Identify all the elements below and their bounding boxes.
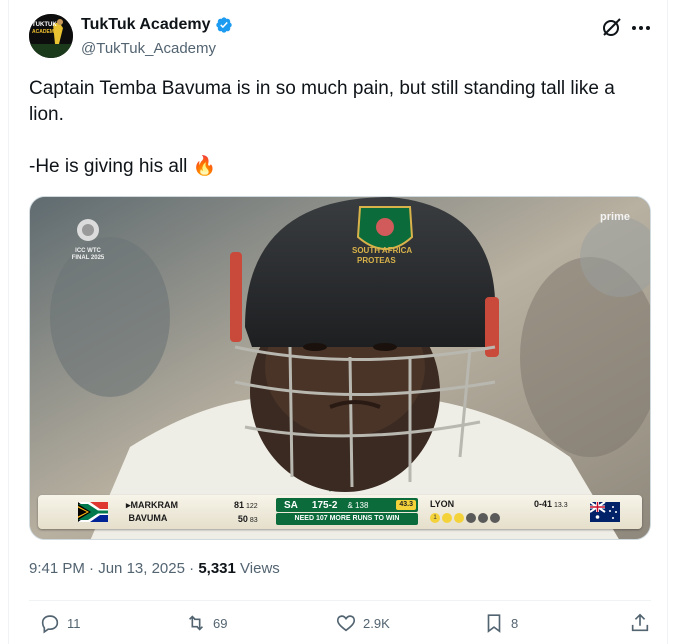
overs: 43.3 [396, 500, 416, 510]
svg-text:TUKTUK: TUKTUK [32, 22, 57, 28]
author-handle[interactable]: @TukTuk_Academy [81, 40, 216, 57]
team-score: SA 175-2 & 138 43.3 [276, 498, 418, 512]
svg-text:ACADEMY: ACADEMY [32, 29, 58, 35]
avatar[interactable]: TUKTUK ACADEMY [29, 14, 73, 58]
batter2-balls: 83 [249, 517, 258, 524]
south-africa-flag-icon [78, 502, 108, 522]
share-button[interactable] [629, 612, 651, 634]
batters: ▸MARKRAM BAVUMA [126, 500, 179, 523]
batter-scores: 81 122 50 83 [234, 499, 258, 527]
over-balls: 1 [430, 513, 500, 523]
team-name: SA [284, 499, 298, 511]
tweet-date[interactable]: Jun 13, 2025 [98, 560, 185, 577]
tweet-text-line-2-text: -He is giving his all [29, 156, 188, 177]
batter2-runs: 50 [237, 514, 248, 524]
broadcast-logo-text: ICC WTC FINAL 2025 [71, 248, 105, 261]
ball-mark [442, 513, 452, 523]
tweet-meta: 9:41 PM · Jun 13, 2025 · 5,331 Views [29, 560, 280, 577]
bowler-name: LYON [430, 499, 455, 509]
tweet-time[interactable]: 9:41 PM [29, 560, 85, 577]
tweet-card: TUKTUK ACADEMY TukTuk Academy @TukTuk_Ac… [8, 0, 668, 644]
scoreboard: ▸MARKRAM BAVUMA 81 122 50 83 SA 175-2 & 13… [38, 495, 642, 529]
helmet-badge-subtext: PROTEAS [357, 256, 396, 265]
prime-logo: prime [600, 211, 630, 223]
bowler-overs: 13.3 [554, 502, 568, 509]
verified-badge-icon [215, 17, 232, 33]
broadcast-logo: ICC WTC FINAL 2025 [66, 215, 110, 262]
repost-button[interactable]: 69 [185, 612, 227, 634]
need-runs-text: NEED 107 MORE RUNS TO WIN [276, 513, 418, 525]
team-runs: 175-2 [311, 499, 338, 511]
video-frame: SOUTH AFRICA PROTEAS [30, 197, 650, 539]
tweet-text: Captain Temba Bavuma is in so much pain,… [29, 76, 639, 180]
views-count: 5,331 [198, 560, 236, 577]
ball-mark [454, 513, 464, 523]
batter1-name: MARKRAM [130, 500, 179, 510]
like-count: 2.9K [363, 615, 390, 631]
meta-separator: · [89, 560, 99, 577]
author-name-row[interactable]: TukTuk Academy [81, 16, 233, 34]
more-options-icon[interactable] [629, 16, 653, 40]
helmet-badge-text: SOUTH AFRICA [352, 246, 412, 255]
views-label: Views [240, 560, 280, 577]
australia-flag-icon [590, 502, 620, 522]
bookmark-count: 8 [511, 615, 519, 631]
reply-icon [41, 615, 59, 634]
tweet-video[interactable]: SOUTH AFRICA PROTEAS ICC WTC FINAL 2025 … [29, 196, 651, 540]
bowler-figures: 0-41 13.3 [534, 499, 568, 509]
tweet-text-line-1: Captain Temba Bavuma is in so much pain,… [29, 78, 615, 125]
heart-icon [336, 615, 356, 632]
first-innings: & 138 [347, 500, 369, 510]
action-bar: 11 69 2.9K 8 [29, 612, 651, 640]
like-button[interactable]: 2.9K [335, 612, 390, 634]
share-icon [631, 613, 649, 632]
grok-icon[interactable] [599, 16, 623, 40]
avatar-image: TUKTUK ACADEMY [29, 14, 73, 58]
display-name[interactable]: TukTuk Academy [81, 16, 211, 34]
ball-mark [490, 513, 500, 523]
ball-mark [478, 513, 488, 523]
repost-icon [188, 615, 204, 631]
batter2-name: BAVUMA [128, 513, 168, 523]
fire-emoji-icon: 🔥 [192, 156, 217, 177]
tweet-text-line-2: -He is giving his all 🔥 [29, 154, 639, 180]
reply-button[interactable]: 11 [39, 612, 81, 634]
bookmark-button[interactable]: 8 [483, 612, 518, 634]
wtc-mace-icon [77, 219, 99, 241]
bookmark-icon [487, 614, 501, 633]
divider [29, 600, 651, 601]
repost-count: 69 [213, 615, 228, 631]
ball-mark: 1 [430, 513, 440, 523]
meta-separator: · [189, 560, 199, 577]
reply-count: 11 [67, 615, 81, 631]
bowler-figures-value: 0-41 [534, 499, 553, 509]
batter1-runs: 81 [234, 500, 245, 510]
ball-mark [466, 513, 476, 523]
batter1-balls: 122 [246, 503, 258, 510]
